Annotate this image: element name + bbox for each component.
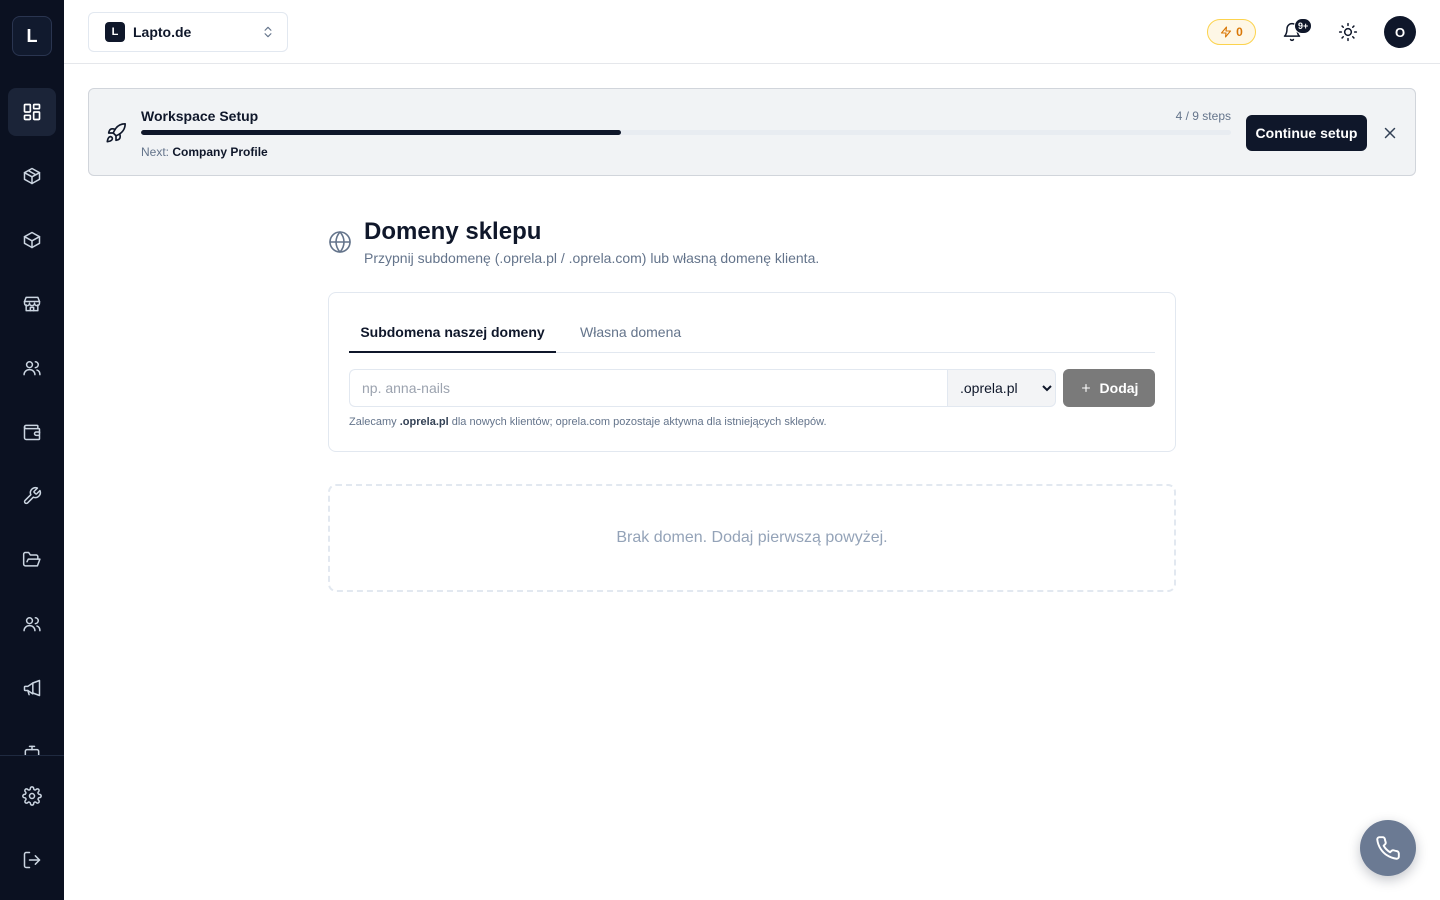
sidebar-item-products[interactable] — [8, 152, 56, 200]
sun-icon — [1338, 22, 1358, 42]
sidebar-item-dashboard[interactable] — [8, 88, 56, 136]
sidebar-item-wallet[interactable] — [8, 408, 56, 456]
megaphone-icon — [23, 679, 41, 697]
sidebar-item-settings[interactable] — [8, 772, 56, 820]
plus-icon — [1081, 383, 1090, 393]
lightning-icon — [1221, 26, 1232, 38]
workspace-setup-banner: Workspace Setup 4 / 9 steps Next: Compan… — [88, 88, 1416, 176]
sidebar-item-team[interactable] — [8, 600, 56, 648]
sidebar-item-files[interactable] — [8, 536, 56, 584]
package-icon — [23, 167, 41, 185]
setup-progress-bar — [141, 130, 1231, 135]
sidebar-item-tools[interactable] — [8, 472, 56, 520]
sidebar: L — [0, 0, 64, 900]
tab-custom-domain[interactable]: Własna domena — [580, 313, 681, 353]
setup-steps-count: 4 / 9 steps — [1175, 109, 1231, 123]
workspace-name: Lapto.de — [133, 24, 192, 40]
sidebar-item-logout[interactable] — [8, 836, 56, 884]
logout-icon — [23, 851, 41, 869]
continue-setup-button[interactable]: Continue setup — [1246, 115, 1367, 151]
hint-prefix: Zalecamy — [349, 416, 397, 428]
credits-count: 0 — [1236, 25, 1243, 39]
sidebar-item-marketing[interactable] — [8, 664, 56, 712]
wrench-icon — [23, 486, 42, 505]
chevrons-up-down-icon — [264, 26, 272, 38]
setup-progress-fill — [141, 130, 621, 135]
domain-hint: Zalecamy .oprela.pl dla nowych klientów;… — [349, 416, 827, 428]
tab-our-subdomain[interactable]: Subdomena naszej domeny — [349, 313, 556, 353]
sidebar-item-store[interactable] — [8, 280, 56, 328]
app-logo[interactable]: L — [12, 16, 52, 56]
setup-next-label: Next: — [141, 145, 170, 159]
add-domain-button[interactable]: Dodaj — [1063, 369, 1155, 407]
settings-icon — [22, 786, 42, 806]
wallet-icon — [23, 424, 41, 441]
rocket-icon — [106, 123, 126, 143]
folder-open-icon — [22, 551, 41, 567]
domain-form-card: Subdomena naszej domeny Własna domena .o… — [328, 292, 1176, 452]
sidebar-item-inventory[interactable] — [8, 216, 56, 264]
notifications-badge: 9+ — [1294, 18, 1313, 34]
notifications-button[interactable]: 9+ — [1276, 16, 1313, 48]
page-subtitle: Przypnij subdomenę (.oprela.pl / .oprela… — [364, 250, 820, 266]
setup-title: Workspace Setup — [141, 108, 259, 124]
setup-next-step: Next: Company Profile — [141, 145, 268, 159]
empty-state-text: Brak domen. Dodaj pierwszą powyżej. — [616, 529, 888, 546]
top-header: L Lapto.de 0 9+ O — [64, 0, 1440, 64]
theme-toggle-button[interactable] — [1332, 16, 1364, 48]
workspace-badge: L — [105, 22, 125, 42]
domain-suffix-select[interactable]: .oprela.pl — [947, 369, 1056, 407]
subdomain-input[interactable] — [349, 369, 947, 407]
close-icon[interactable] — [1381, 124, 1399, 142]
sidebar-item-customers[interactable] — [8, 344, 56, 392]
workspace-switcher[interactable]: L Lapto.de — [88, 12, 288, 52]
page-title: Domeny sklepu — [364, 218, 542, 245]
hint-strong: .oprela.pl — [399, 416, 449, 428]
empty-domains-state: Brak domen. Dodaj pierwszą powyżej. — [328, 484, 1176, 592]
domain-tabs: Subdomena naszej domeny Własna domena — [349, 313, 1155, 353]
dashboard-icon — [23, 103, 41, 121]
bot-icon — [24, 745, 40, 755]
credits-badge[interactable]: 0 — [1207, 19, 1256, 45]
hint-suffix: dla nowych klientów; oprela.com pozostaj… — [451, 416, 827, 428]
globe-icon — [329, 231, 351, 253]
team-icon — [23, 617, 41, 632]
call-button[interactable] — [1360, 820, 1416, 876]
setup-next-value: Company Profile — [172, 145, 268, 159]
sidebar-item-more[interactable] — [8, 740, 56, 755]
add-domain-label: Dodaj — [1099, 380, 1139, 396]
users-icon — [23, 361, 41, 376]
phone-icon — [1376, 836, 1400, 860]
box-icon — [23, 231, 41, 249]
sidebar-divider — [0, 755, 64, 756]
store-icon — [23, 296, 41, 312]
user-avatar[interactable]: O — [1384, 16, 1416, 48]
